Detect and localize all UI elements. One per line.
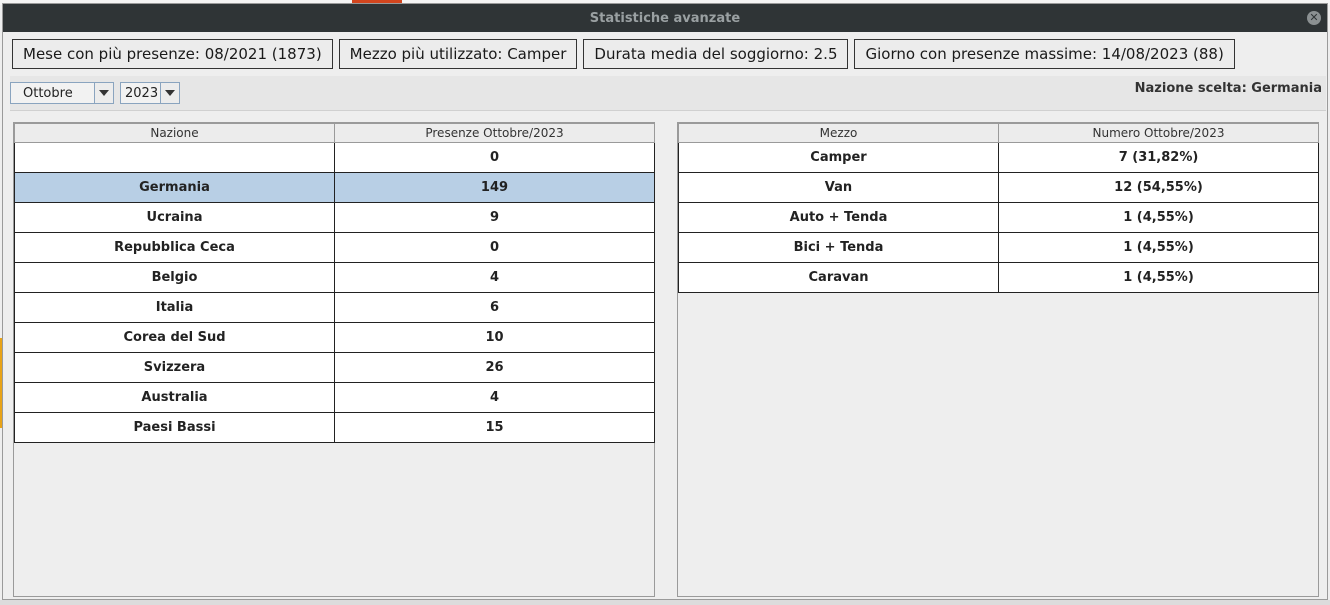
cell-name[interactable]: Belgio (14, 262, 335, 293)
table-row[interactable]: Svizzera 26 (14, 352, 655, 383)
filter-bar: Ottobre 2023 Nazione scelta: Germania (10, 76, 1326, 111)
cell-value[interactable]: 4 (334, 262, 655, 293)
table-row[interactable]: Paesi Bassi 15 (14, 412, 655, 443)
cell-value[interactable]: 9 (334, 202, 655, 233)
cell-value[interactable]: 7 (31,82%) (998, 142, 1319, 173)
cell-name[interactable]: Australia (14, 382, 335, 413)
window-title: Statistiche avanzate (589, 10, 741, 26)
year-select-value: 2023 (125, 85, 159, 101)
stat-top-day: Giorno con presenze massime: 14/08/2023 … (854, 39, 1235, 69)
cell-name[interactable] (14, 142, 335, 173)
cell-value[interactable]: 1 (4,55%) (998, 262, 1319, 293)
countries-table: Nazione Presenze Ottobre/2023 0 Germania 1… (14, 123, 655, 443)
table-row[interactable]: Repubblica Ceca 0 (14, 232, 655, 263)
stat-avg-stay: Durata media del soggiorno: 2.5 (583, 39, 849, 69)
table-row[interactable]: Germania 149 (14, 172, 655, 203)
summary-stats: Mese con più presenze: 08/2021 (1873) Me… (12, 39, 1235, 69)
chevron-down-icon[interactable] (160, 83, 179, 103)
cell-name[interactable]: Germania (14, 172, 335, 203)
table-row[interactable]: Bici + Tenda 1 (4,55%) (678, 232, 1319, 263)
table-row[interactable]: Italia 6 (14, 292, 655, 323)
cell-name[interactable]: Caravan (678, 262, 999, 293)
cell-value[interactable]: 149 (334, 172, 655, 203)
cell-name[interactable]: Repubblica Ceca (14, 232, 335, 263)
background-window-bottom (0, 600, 1330, 605)
cell-name[interactable]: Van (678, 172, 999, 203)
table-row[interactable]: Belgio 4 (14, 262, 655, 293)
cell-name[interactable]: Paesi Bassi (14, 412, 335, 443)
cell-value[interactable]: 4 (334, 382, 655, 413)
month-select[interactable]: Ottobre (10, 82, 114, 104)
cell-value[interactable]: 12 (54,55%) (998, 172, 1319, 203)
cell-value[interactable]: 0 (334, 232, 655, 263)
table-row[interactable]: 0 (14, 142, 655, 173)
stat-top-month: Mese con più presenze: 08/2021 (1873) (12, 39, 333, 69)
cell-value[interactable]: 10 (334, 322, 655, 353)
stats-dialog: Statistiche avanzate ✕ Mese con più pres… (2, 3, 1328, 600)
countries-panel: Nazione Presenze Ottobre/2023 0 Germania 1… (13, 122, 655, 597)
column-header-presences[interactable]: Presenze Ottobre/2023 (334, 123, 655, 143)
cell-value[interactable]: 1 (4,55%) (998, 232, 1319, 263)
cell-name[interactable]: Ucraina (14, 202, 335, 233)
table-row[interactable]: Australia 4 (14, 382, 655, 413)
close-icon[interactable]: ✕ (1307, 11, 1321, 25)
title-bar[interactable]: Statistiche avanzate ✕ (3, 4, 1327, 32)
table-row[interactable]: Corea del Sud 10 (14, 322, 655, 353)
cell-value[interactable]: 1 (4,55%) (998, 202, 1319, 233)
vehicles-panel: Mezzo Numero Ottobre/2023 Camper 7 (31,82… (677, 122, 1319, 597)
cell-name[interactable]: Corea del Sud (14, 322, 335, 353)
month-select-value: Ottobre (23, 85, 73, 101)
chevron-down-icon[interactable] (94, 83, 113, 103)
cell-value[interactable]: 6 (334, 292, 655, 323)
column-header-count[interactable]: Numero Ottobre/2023 (998, 123, 1319, 143)
vehicles-table: Mezzo Numero Ottobre/2023 Camper 7 (31,82… (678, 123, 1319, 293)
table-row[interactable]: Ucraina 9 (14, 202, 655, 233)
table-row[interactable]: Camper 7 (31,82%) (678, 142, 1319, 173)
cell-name[interactable]: Bici + Tenda (678, 232, 999, 263)
column-header-vehicle[interactable]: Mezzo (678, 123, 999, 143)
cell-name[interactable]: Svizzera (14, 352, 335, 383)
year-select[interactable]: 2023 (120, 82, 180, 104)
table-row[interactable]: Auto + Tenda 1 (4,55%) (678, 202, 1319, 233)
cell-value[interactable]: 15 (334, 412, 655, 443)
cell-name[interactable]: Italia (14, 292, 335, 323)
table-header-row: Mezzo Numero Ottobre/2023 (678, 123, 1319, 143)
stat-top-vehicle: Mezzo più utilizzato: Camper (338, 39, 578, 69)
column-header-country[interactable]: Nazione (14, 123, 335, 143)
cell-value[interactable]: 0 (334, 142, 655, 173)
cell-name[interactable]: Auto + Tenda (678, 202, 999, 233)
table-header-row: Nazione Presenze Ottobre/2023 (14, 123, 655, 143)
cell-value[interactable]: 26 (334, 352, 655, 383)
table-row[interactable]: Caravan 1 (4,55%) (678, 262, 1319, 293)
table-row[interactable]: Van 12 (54,55%) (678, 172, 1319, 203)
cell-name[interactable]: Camper (678, 142, 999, 173)
selected-country-label: Nazione scelta: Germania (1134, 81, 1322, 96)
